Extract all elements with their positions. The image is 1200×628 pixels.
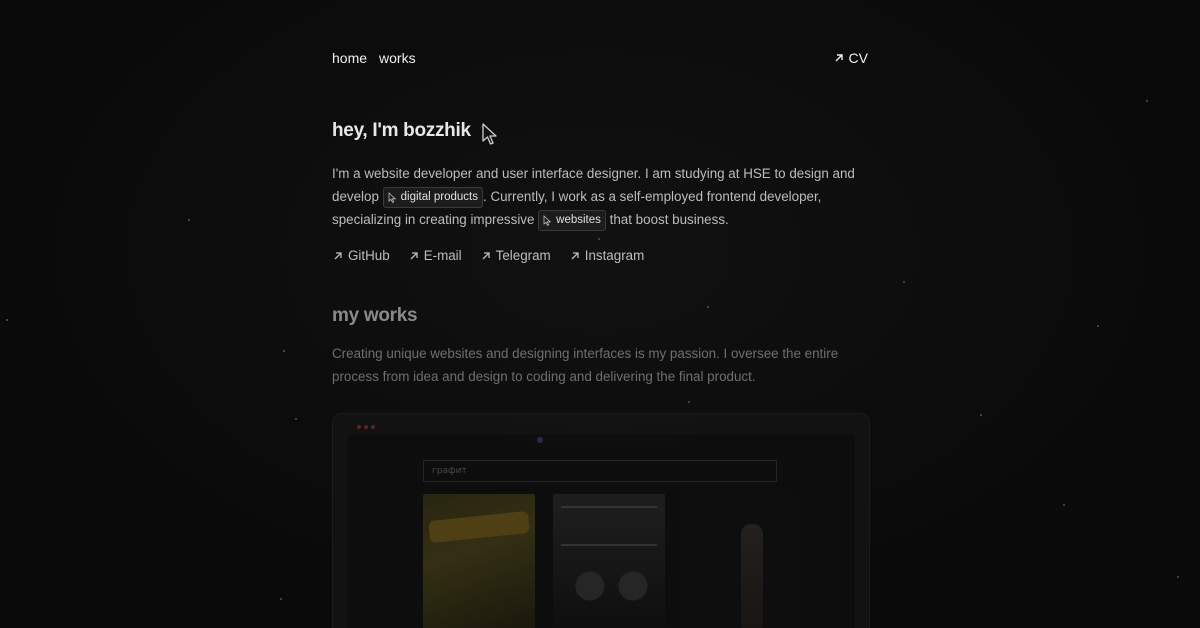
star-decoration — [188, 219, 190, 221]
hero-bio: I'm a website developer and user interfa… — [332, 162, 868, 231]
poster-image — [561, 558, 657, 628]
bio-text-3: that boost business. — [605, 212, 729, 227]
favicon-icon — [537, 437, 543, 443]
star-decoration — [1146, 100, 1148, 102]
preview-site-logo: графит — [432, 466, 467, 476]
star-decoration — [598, 238, 600, 240]
star-decoration — [688, 401, 690, 403]
star-decoration — [903, 281, 905, 283]
star-decoration — [1177, 576, 1179, 578]
cursor-pointer-icon — [388, 192, 396, 203]
star-decoration — [1097, 325, 1099, 327]
graffiti-image — [428, 510, 530, 544]
nav-links: home works — [332, 50, 416, 66]
hero-title: hey, I'm bozzhik — [332, 120, 471, 141]
nav-home-link[interactable]: home — [332, 50, 367, 66]
star-decoration — [6, 319, 8, 321]
window-dot — [364, 425, 368, 429]
page: home works CV hey, I'm bozzhik I'm a web… — [0, 0, 1200, 628]
email-label: E-mail — [423, 248, 462, 263]
cursor-pointer-icon — [481, 122, 499, 146]
nav-works-link[interactable]: works — [379, 50, 416, 66]
poster-title-block — [561, 506, 657, 546]
preview-card — [423, 494, 535, 628]
cv-label: CV — [848, 50, 868, 66]
window-dots — [357, 425, 375, 429]
chip-label: digital products — [400, 190, 478, 203]
cv-link[interactable]: CV — [833, 50, 868, 66]
websites-chip[interactable]: websites — [538, 209, 606, 231]
preview-site-header: графит — [423, 460, 777, 482]
cursor-pointer-icon — [543, 215, 552, 226]
window-dot — [357, 425, 361, 429]
arrow-up-right-icon — [332, 250, 344, 262]
email-link[interactable]: E-mail — [408, 248, 462, 263]
star-decoration — [707, 306, 709, 308]
instagram-label: Instagram — [584, 248, 645, 263]
social-links: GitHub E-mail Telegram Instagram — [332, 248, 644, 263]
arrow-up-right-icon — [569, 250, 581, 262]
arrow-up-right-icon — [480, 250, 492, 262]
figure-image — [741, 524, 763, 628]
star-decoration — [295, 418, 297, 420]
star-decoration — [1063, 504, 1065, 506]
chip-label: websites — [556, 213, 601, 226]
works-description: Creating unique websites and designing i… — [332, 346, 839, 384]
telegram-link[interactable]: Telegram — [480, 248, 551, 263]
preview-card — [553, 494, 665, 628]
github-link[interactable]: GitHub — [332, 248, 390, 263]
top-nav: home works CV — [332, 48, 868, 68]
preview-card — [683, 494, 795, 628]
url-bar — [537, 436, 637, 444]
github-label: GitHub — [348, 248, 390, 263]
arrow-up-right-icon — [833, 52, 845, 64]
work-preview-card[interactable]: графит — [332, 413, 870, 628]
arrow-up-right-icon — [408, 250, 420, 262]
instagram-link[interactable]: Instagram — [569, 248, 645, 263]
preview-viewport: графит — [347, 434, 855, 628]
star-decoration — [980, 414, 982, 416]
digital-products-chip[interactable]: digital products — [382, 186, 483, 208]
star-decoration — [280, 598, 282, 600]
window-dot — [371, 425, 375, 429]
works-title: my works — [332, 305, 418, 326]
star-decoration — [283, 350, 285, 352]
telegram-label: Telegram — [495, 248, 551, 263]
